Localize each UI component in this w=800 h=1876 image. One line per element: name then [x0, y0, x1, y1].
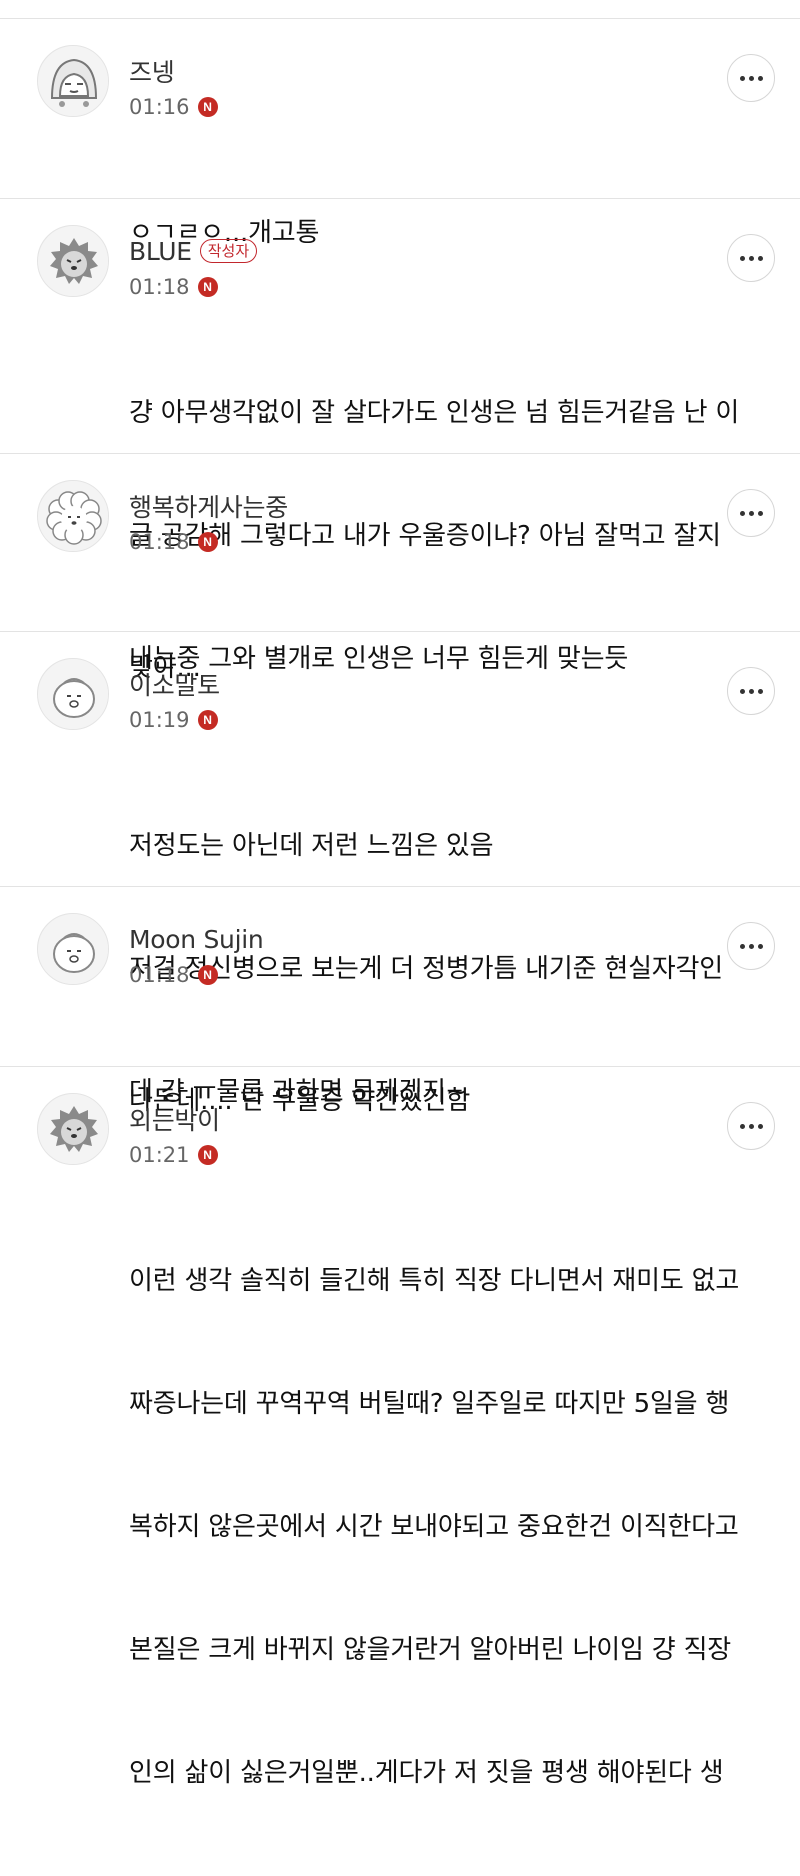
hooded-character-avatar-icon[interactable] — [37, 45, 109, 117]
more-options-button[interactable] — [727, 489, 775, 537]
author-row: BLUE 작성자 — [129, 233, 258, 269]
comment-text-line: 짜증나는데 꾸역꾸역 버틸때? 일주일로 따지만 5일을 행 — [129, 1389, 730, 1419]
comment-item: 행복하게사는중 01:18 N 맞아... — [0, 454, 800, 683]
new-badge: N — [197, 1145, 218, 1165]
comment-timestamp: 01:18 — [129, 963, 190, 987]
more-dots-icon — [739, 510, 763, 516]
hedgehog-character-avatar-icon[interactable] — [37, 225, 109, 297]
comment-timestamp: 01:16 — [129, 95, 190, 119]
more-dots-icon — [739, 688, 763, 694]
new-badge: N — [197, 965, 218, 985]
comment-text-line: 복하지 않은곳에서 시간 보내야되고 중요한건 이직한다고 — [129, 1512, 739, 1542]
more-dots-icon — [739, 1123, 763, 1129]
comment-item: 이소말토 01:19 N 저정도는 아닌데 저런 느낌은 있음 저걸 정신병으로… — [0, 632, 800, 1107]
meta-row: 01:18 N — [129, 272, 218, 302]
more-options-button[interactable] — [727, 922, 775, 970]
comment-timestamp: 01:18 — [129, 275, 190, 299]
new-badge: N — [197, 277, 218, 297]
more-options-button[interactable] — [727, 667, 775, 715]
more-dots-icon — [739, 75, 763, 81]
comment-timestamp: 01:21 — [129, 1143, 190, 1167]
comment-timestamp: 01:19 — [129, 708, 190, 732]
author-name[interactable]: Moon Sujin — [129, 925, 264, 954]
hedgehog-character-avatar-icon[interactable] — [37, 1093, 109, 1165]
author-row: 즈넹 — [129, 53, 175, 89]
author-row: Moon Sujin — [129, 921, 264, 957]
round-character-avatar-icon[interactable] — [37, 913, 109, 985]
comment-item: Moon Sujin 01:18 N 나돈데.... 난 우울증 약간있긴함 — [0, 887, 800, 1116]
author-row: 행복하게사는중 — [129, 488, 288, 524]
meta-row: 01:16 N — [129, 92, 218, 122]
meta-row: 01:19 N — [129, 705, 218, 735]
author-name[interactable]: 즈넹 — [129, 53, 175, 89]
comment-item: 즈넹 01:16 N ㅇㄱㄹㅇ...개고통 — [0, 19, 800, 248]
new-badge: N — [197, 710, 218, 730]
meta-row: 01:18 N — [129, 527, 218, 557]
new-badge: N — [197, 97, 218, 117]
comment-text-line: 본질은 크게 바뀌지 않을거란거 알아버린 나이임 걍 직장 — [129, 1635, 732, 1665]
author-name[interactable]: 행복하게사는중 — [129, 488, 288, 524]
comment-text-line: 저정도는 아닌데 저런 느낌은 있음 — [129, 831, 494, 861]
meta-row: 01:21 N — [129, 1140, 218, 1170]
writer-badge: 작성자 — [199, 239, 258, 263]
comment-text-line: 인의 삶이 싫은거일뿐..게다가 저 짓을 평생 해야된다 생 — [129, 1758, 724, 1788]
new-badge: N — [197, 532, 218, 552]
comment-item: 외는박이 01:21 N 이런 생각 솔직히 들긴해 특히 직장 다니면서 재미… — [0, 1067, 800, 1788]
comment-text: 이런 생각 솔직히 들긴해 특히 직장 다니면서 재미도 없고 짜증나는데 꾸역… — [129, 1179, 769, 1876]
round-character-avatar-icon[interactable] — [37, 658, 109, 730]
comment-text-line: 걍 아무생각없이 잘 살다가도 인생은 넘 힘든거같음 난 이 — [129, 398, 740, 428]
more-options-button[interactable] — [727, 234, 775, 282]
author-name[interactable]: 이소말토 — [129, 666, 220, 702]
author-row: 외는박이 — [129, 1101, 220, 1137]
more-dots-icon — [739, 943, 763, 949]
meta-row: 01:18 N — [129, 960, 218, 990]
comment-list: 즈넹 01:16 N ㅇㄱㄹㅇ...개고통 BLUE 작성자 01:18 N 걍… — [0, 19, 800, 1788]
sheep-character-avatar-icon[interactable] — [37, 480, 109, 552]
author-name[interactable]: 외는박이 — [129, 1101, 220, 1137]
comment-item: BLUE 작성자 01:18 N 걍 아무생각없이 잘 살다가도 인생은 넘 힘… — [0, 199, 800, 674]
comment-text-line: 이런 생각 솔직히 들긴해 특히 직장 다니면서 재미도 없고 — [129, 1266, 740, 1296]
author-name[interactable]: BLUE — [129, 237, 192, 266]
more-options-button[interactable] — [727, 1102, 775, 1150]
comment-timestamp: 01:18 — [129, 530, 190, 554]
more-options-button[interactable] — [727, 54, 775, 102]
more-dots-icon — [739, 255, 763, 261]
author-row: 이소말토 — [129, 666, 220, 702]
